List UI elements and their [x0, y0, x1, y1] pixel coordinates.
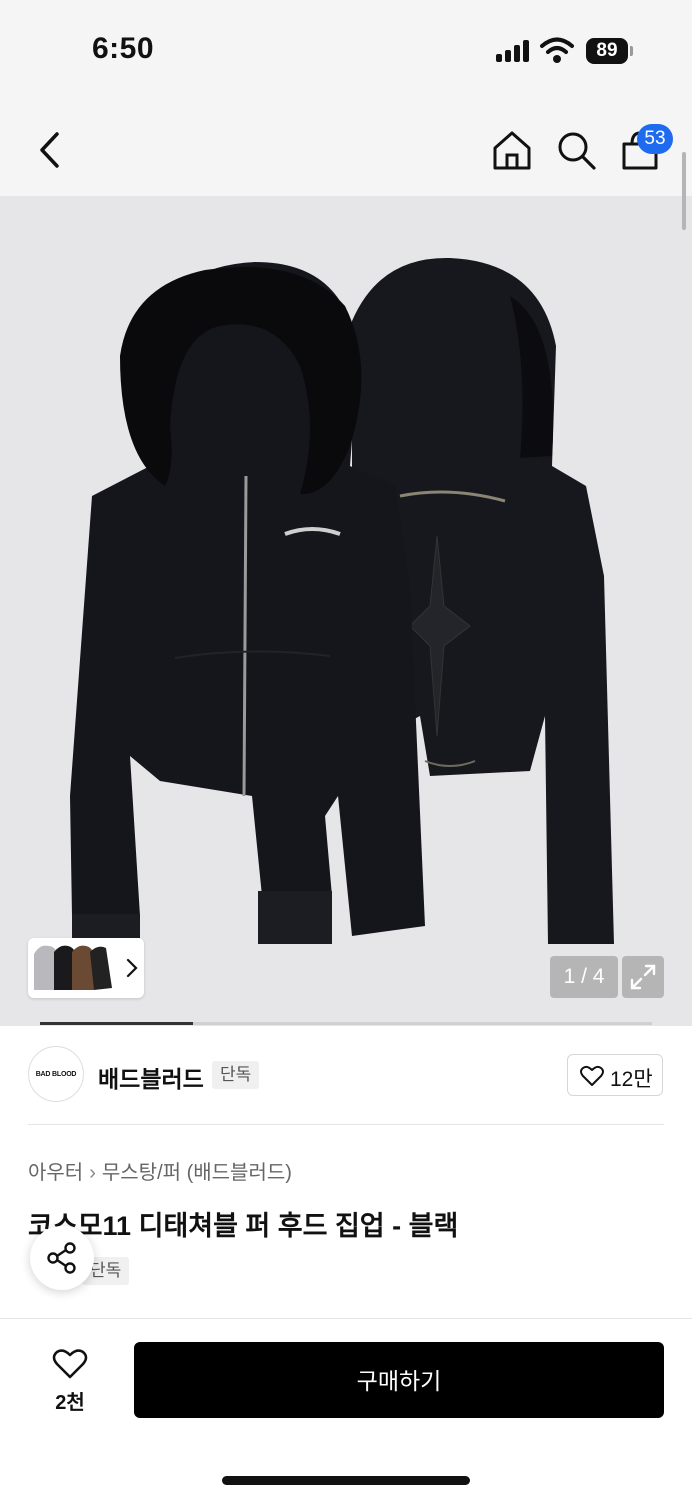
image-progress-fill [40, 1022, 193, 1025]
battery-tip [630, 46, 633, 56]
wifi-icon [540, 37, 574, 63]
brand-like-count: 12만 [610, 1068, 653, 1091]
brand-logo[interactable]: BAD BLOOD [28, 1046, 84, 1102]
product-photo-hoodie [70, 257, 614, 944]
divider [28, 1124, 664, 1125]
breadcrumb: 아우터 › 무스탕/퍼 (배드블러드) [28, 1156, 292, 1185]
signal-icon [496, 40, 532, 62]
brand-name[interactable]: 배드블러드 [98, 1060, 204, 1094]
status-bar: 6:50 89 [0, 0, 692, 100]
back-icon[interactable] [30, 128, 70, 172]
home-icon[interactable] [490, 128, 534, 172]
search-icon[interactable] [554, 128, 598, 172]
brand-like-button[interactable]: 12만 [567, 1054, 663, 1096]
cart-count-badge: 53 [637, 124, 673, 154]
wishlist-count: 2천 [55, 1392, 85, 1414]
home-indicator [222, 1476, 470, 1485]
image-page-indicator: 1 / 4 [550, 956, 618, 998]
brand-exclusive-badge: 단독 [212, 1061, 260, 1089]
wishlist-button[interactable]: 2천 [40, 1344, 100, 1414]
product-title: 코스모11 디태쳐블 퍼 후드 집업 - 블랙 [28, 1211, 459, 1241]
heart-icon [52, 1349, 88, 1379]
chevron-right-icon [126, 958, 138, 978]
breadcrumb-category[interactable]: 아우터 [28, 1162, 83, 1184]
product-image[interactable] [0, 196, 692, 1026]
heart-icon [580, 1065, 604, 1086]
share-icon [47, 1242, 76, 1274]
share-button[interactable] [30, 1226, 94, 1290]
scroll-indicator [682, 152, 686, 230]
expand-image-button[interactable] [622, 956, 664, 998]
nav-bar [0, 100, 692, 196]
status-time: 6:50 [92, 32, 155, 65]
chevron-right-icon: › [89, 1162, 96, 1184]
expand-icon [630, 964, 656, 990]
buy-button[interactable]: 구매하기 [134, 1342, 664, 1418]
image-progress-bar [40, 1022, 652, 1025]
breadcrumb-subcategory[interactable]: 무스탕/퍼 (배드블러드) [102, 1162, 292, 1184]
battery-icon: 89 [586, 38, 628, 64]
